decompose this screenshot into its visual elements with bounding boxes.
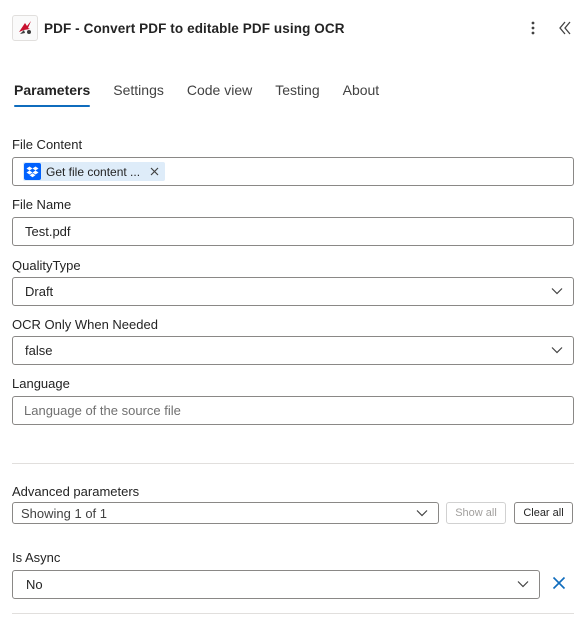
clear-all-button[interactable]: Clear all [514, 502, 573, 524]
close-icon[interactable] [150, 167, 159, 176]
chevron-down-icon [517, 581, 529, 588]
quality-type-label: QualityType [12, 258, 81, 273]
ocr-only-label: OCR Only When Needed [12, 317, 158, 332]
file-content-field[interactable]: Get file content ... [12, 157, 574, 186]
advanced-parameters-value: Showing 1 of 1 [21, 505, 108, 521]
double-chevron-left-icon[interactable] [555, 16, 575, 40]
quality-type-value: Draft [25, 284, 54, 299]
dropbox-icon [24, 163, 41, 180]
header: PDF - Convert PDF to editable PDF using … [12, 14, 575, 42]
chevron-down-icon [551, 347, 563, 354]
pdf-bird-logo-icon [12, 15, 38, 41]
header-actions [523, 14, 575, 42]
tab-code-view[interactable]: Code view [187, 82, 252, 104]
file-name-input[interactable]: Test.pdf [12, 217, 574, 246]
file-content-label: File Content [12, 137, 83, 152]
ocr-only-dropdown[interactable]: false [12, 336, 574, 365]
ocr-only-value: false [25, 343, 53, 358]
chevron-down-icon [551, 288, 563, 295]
language-label: Language [12, 376, 70, 391]
file-name-label: File Name [12, 197, 72, 212]
token-label: Get file content ... [46, 164, 141, 179]
language-input[interactable]: Language of the source file [12, 396, 574, 425]
remove-parameter-icon[interactable] [550, 574, 568, 592]
advanced-parameters-label: Advanced parameters [12, 484, 140, 499]
quality-type-dropdown[interactable]: Draft [12, 277, 574, 306]
file-name-value: Test.pdf [25, 224, 71, 239]
tab-settings[interactable]: Settings [113, 82, 164, 104]
is-async-label: Is Async [12, 550, 61, 565]
page-title: PDF - Convert PDF to editable PDF using … [44, 20, 345, 36]
tab-testing[interactable]: Testing [275, 82, 319, 104]
advanced-parameters-dropdown[interactable]: Showing 1 of 1 [12, 502, 439, 524]
section-divider [12, 463, 574, 464]
tab-bar: Parameters Settings Code view Testing Ab… [14, 82, 402, 107]
bottom-divider [12, 613, 574, 614]
show-all-button[interactable]: Show all [446, 502, 506, 524]
is-async-value: No [26, 577, 43, 592]
is-async-dropdown[interactable]: No [12, 570, 540, 599]
more-vertical-icon[interactable] [523, 16, 543, 40]
tab-parameters[interactable]: Parameters [14, 82, 91, 107]
dynamic-content-token[interactable]: Get file content ... [23, 162, 166, 181]
tab-about[interactable]: About [343, 82, 380, 104]
chevron-down-icon [416, 510, 428, 517]
language-placeholder: Language of the source file [24, 403, 181, 418]
